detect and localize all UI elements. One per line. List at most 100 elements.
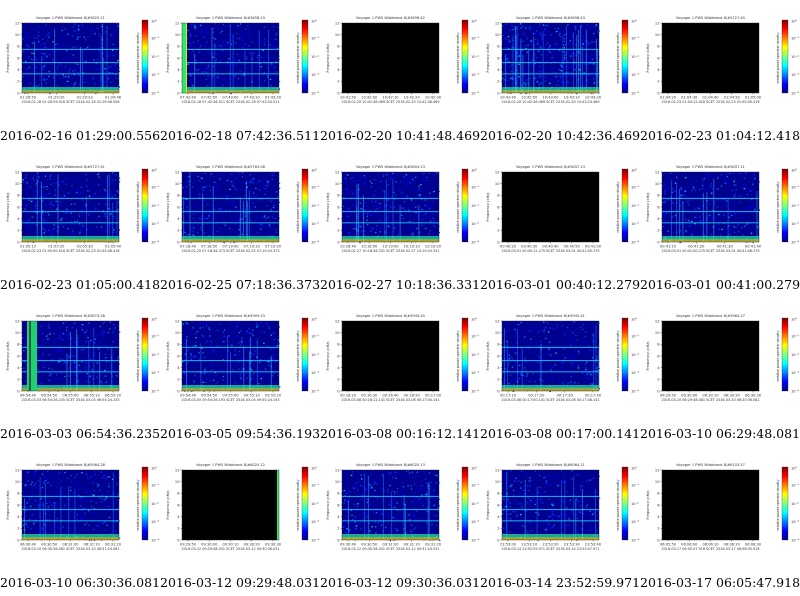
y-tick-label: 4 <box>337 515 340 519</box>
x-tick-label: 10:42:10 <box>382 96 399 100</box>
y-tick-label: 10 <box>495 33 500 37</box>
colorbar-tick-label: 10⁻⁴ <box>631 538 639 542</box>
y-tick-label: 2 <box>17 527 19 531</box>
colorbar-tick-label: 10⁰ <box>151 19 158 23</box>
y-tick-label: 10 <box>655 182 660 186</box>
colorbar-tick-label: 10⁻² <box>631 55 639 59</box>
y-tick-label: 8 <box>337 343 340 347</box>
colorbar-tick-label: 10⁻³ <box>151 371 159 375</box>
colorbar-tick-label: 10⁻² <box>791 353 799 357</box>
x-tick-label: 01:05:30 <box>77 245 94 249</box>
panel-title: Voyager 1 PWS Wideband 8/#5984.28 <box>36 463 106 467</box>
colorbar-tick-label: 10⁻² <box>631 204 639 208</box>
spectrogram-panel: Voyager 1 PWS Wideband 8/#6103.57 0 2 4 6 8 10… <box>640 447 800 596</box>
colorbar-tick-label: 10⁻² <box>791 55 799 59</box>
colorbar-tick-label: 10⁻³ <box>311 371 319 375</box>
y-tick-label: 4 <box>657 515 660 519</box>
colorbar-tick-label: 10⁰ <box>311 168 318 172</box>
y-tick-label: 8 <box>497 45 500 49</box>
x-tick-label: 10:42:30 <box>425 96 442 100</box>
y-tick-label: 8 <box>177 194 180 198</box>
colorbar-tick-label: 10⁻⁴ <box>311 389 319 393</box>
colorbar-tick-label: 10⁻² <box>311 55 319 59</box>
spectrogram-texture <box>502 470 601 542</box>
colorbar-tick-label: 10⁻² <box>791 502 799 506</box>
y-tick-label: 6 <box>177 503 180 507</box>
panel-caption: 2016-03-03 06:54:36.235 <box>0 426 161 441</box>
colorbar-tick-label: 10⁻⁴ <box>151 91 159 95</box>
colorbar-label: relative power spectral density <box>456 330 460 381</box>
colorbar-tick-label: 10⁻¹ <box>471 37 479 41</box>
colorbar-label: relative power spectral density <box>136 330 140 381</box>
colorbar-tick-label: 10⁻⁴ <box>471 240 479 244</box>
colorbar-tick-label: 10⁰ <box>791 317 798 321</box>
colorbar-tick-label: 10⁻³ <box>631 73 639 77</box>
spectrogram-chart: Voyager 1 PWS Wideband 8/#5765.080246810… <box>166 165 319 253</box>
x-tick-label: 07:43:10 <box>244 96 261 100</box>
x-tick-label: 10:42:20 <box>404 96 421 100</box>
colorbar-tick-label: 10⁻² <box>151 55 159 59</box>
y-tick-label: 4 <box>177 515 180 519</box>
x-tick-label: 07:19:10 <box>244 245 261 249</box>
spectrogram-chart: Voyager 1 PWS Wideband 8/#5945.400246810… <box>326 314 479 402</box>
colorbar-tick-label: 10⁰ <box>791 466 798 470</box>
x-tick-label: 00:41:40 <box>745 245 762 249</box>
y-tick-label: 10 <box>655 33 660 37</box>
x-tick-label: 09:31:10 <box>404 543 421 547</box>
colorbar-tick-label: 10⁻¹ <box>631 335 639 339</box>
spectrogram-chart: Voyager 1 PWS Wideband 8/#5984.270246810… <box>646 314 799 402</box>
colorbar-tick-label: 10⁻¹ <box>631 37 639 41</box>
y-tick-label: 4 <box>177 68 180 72</box>
spectrogram-panel: Voyager 1 PWS Wideband 8/#5765.08 0 2 4 6 8 10… <box>160 149 320 298</box>
y-tick-label: 10 <box>335 33 340 37</box>
colorbar <box>461 168 469 243</box>
y-tick-label: 12 <box>15 170 20 174</box>
x-tick-label: 10:43:20 <box>585 96 602 100</box>
x-tick-label: 09:54:40 <box>180 394 197 398</box>
x-tick-label: 06:31:00 <box>62 543 79 547</box>
panel-caption: 2016-03-05 09:54:36.193 <box>160 426 321 441</box>
colorbar-tick-label: 10⁻² <box>311 502 319 506</box>
colorbar-tick-label: 10⁻³ <box>151 520 159 524</box>
colorbar-tick-label: 10⁻³ <box>151 222 159 226</box>
y-tick-label: 8 <box>497 492 500 496</box>
time-range-footer: 2016-03-17 06:05:47.918 SCET 2016-03-17 … <box>661 547 759 551</box>
y-tick-label: 4 <box>337 366 340 370</box>
y-tick-label: 10 <box>15 480 20 484</box>
panel-title: Voyager 1 PWS Wideband 8/#5837.11 <box>676 165 745 169</box>
colorbar-tick-label: 10⁻⁴ <box>631 240 639 244</box>
y-tick-label: 8 <box>177 45 180 49</box>
y-tick-label: 6 <box>497 354 500 358</box>
panel-caption: 2016-03-17 06:05:47.918 <box>640 575 800 590</box>
colorbar-tick-label: 10⁻⁴ <box>791 538 799 542</box>
spectrogram-chart: Voyager 1 PWS Wideband 8/#6020.120246810… <box>166 463 319 551</box>
x-tick-label: 00:40:40 <box>542 245 559 249</box>
y-tick-label: 2 <box>17 229 19 233</box>
colorbar-tick-label: 10⁰ <box>471 168 478 172</box>
panel-caption: 2016-03-12 09:30:36.031 <box>320 575 481 590</box>
y-tick-label: 12 <box>175 319 180 323</box>
panel-title: Voyager 1 PWS Wideband 8/#5658.19 <box>196 16 266 20</box>
colorbar <box>621 19 629 94</box>
y-tick-label: 2 <box>657 80 659 84</box>
colorbar-tick-label: 10⁰ <box>631 19 638 23</box>
colorbar-tick-label: 10⁰ <box>151 168 158 172</box>
panel-title: Voyager 1 PWS Wideband 8/#5984.27 <box>676 314 745 318</box>
spectrogram-texture <box>662 172 760 244</box>
x-tick-label: 06:30:40 <box>20 543 37 547</box>
colorbar-label: relative power spectral density <box>136 181 140 232</box>
x-tick-label: 23:53:40 <box>585 543 602 547</box>
colorbar-tick-label: 10⁻⁴ <box>151 389 159 393</box>
x-tick-label: 09:31:00 <box>382 543 399 547</box>
y-tick-label: 12 <box>335 21 340 25</box>
colorbar-tick-label: 10⁻² <box>471 204 479 208</box>
colorbar-tick-label: 10⁰ <box>631 317 638 321</box>
y-tick-label: 10 <box>175 480 180 484</box>
spectrogram-texture <box>277 470 279 540</box>
x-tick-label: 00:40:30 <box>521 245 538 249</box>
y-tick-label: 4 <box>17 366 20 370</box>
panel-caption: 2016-03-01 00:40:12.279 <box>480 277 641 292</box>
x-tick-label: 01:04:20 <box>660 96 677 100</box>
y-tick-label: 12 <box>175 21 180 25</box>
colorbar <box>141 317 149 392</box>
